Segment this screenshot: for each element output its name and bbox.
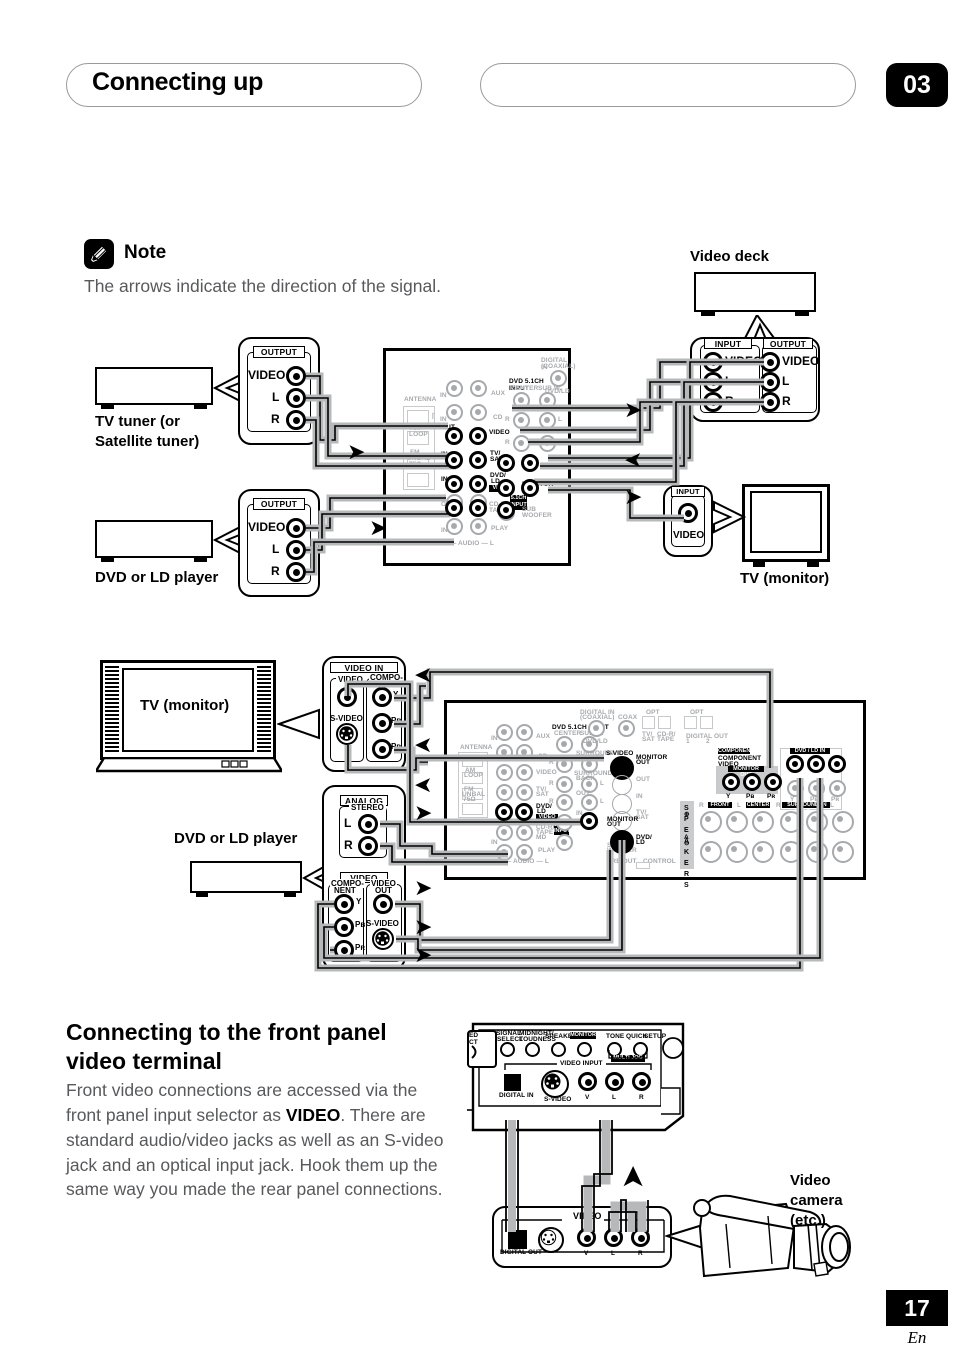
- signal-arrow-right: ➤: [414, 915, 433, 940]
- front-knob-signal-select[interactable]: [500, 1042, 515, 1057]
- label-camera-l1: Video: [790, 1172, 831, 1189]
- note-label: Note: [124, 242, 167, 263]
- note-text: The arrows indicate the direction of the…: [84, 276, 441, 296]
- header-pill-right: [480, 63, 856, 107]
- signal-arrow-left: ➤: [414, 663, 433, 688]
- pencil-note-icon: [84, 239, 114, 269]
- section-heading-line2: video terminal: [66, 1048, 222, 1075]
- label-video-input: VIDEO INPUT: [557, 1060, 606, 1067]
- page-number-badge: 17: [886, 1290, 948, 1326]
- signal-arrow-right: ➤: [369, 516, 388, 541]
- label-digital-in: DIGITAL IN: [499, 1092, 534, 1099]
- label-front-l: L: [612, 1094, 617, 1101]
- signal-arrow-right: ➤: [624, 485, 643, 510]
- section-body: Front video connections are accessed via…: [66, 1078, 448, 1202]
- signal-arrow-left: ➤: [414, 773, 433, 798]
- wiring-bottom-diagram: [314, 668, 824, 972]
- label-video-deck: Video deck: [690, 248, 769, 265]
- signal-arrow-right: ➤: [624, 398, 643, 423]
- signal-arrow-right: ➤: [414, 801, 433, 826]
- label-front-r: R: [639, 1094, 644, 1101]
- front-video-l-jack: [605, 1072, 624, 1091]
- front-digital-in-jack: [504, 1074, 521, 1091]
- label-front-svideo: S-VIDEO: [544, 1096, 572, 1103]
- front-video-v-jack: [578, 1072, 597, 1091]
- signal-arrow-up: ➤: [615, 1164, 651, 1190]
- section-body-bold: VIDEO: [285, 1104, 341, 1125]
- signal-arrow-left: ➤: [414, 733, 433, 758]
- section-heading-line1: Connecting to the front panel: [66, 1019, 387, 1045]
- label-front-v: V: [585, 1094, 590, 1101]
- chapter-number-badge: 03: [886, 63, 948, 107]
- front-video-r-jack: [632, 1072, 651, 1091]
- signal-arrow-left: ➤: [624, 448, 643, 473]
- label-camera-l2: camera: [790, 1192, 843, 1209]
- page-language: En: [907, 1328, 927, 1347]
- section-heading: Connecting to the front panel video term…: [66, 1018, 486, 1076]
- front-knob-midnight-loudness[interactable]: [525, 1042, 540, 1057]
- signal-arrow-right: ➤: [414, 943, 433, 968]
- device-video-deck: [694, 272, 816, 312]
- device-foot: [701, 312, 715, 316]
- label-camera-l3: (etc.): [790, 1212, 826, 1229]
- device-foot: [795, 312, 809, 316]
- front-svideo-jack: [541, 1070, 569, 1098]
- manual-page: Connecting up 03 Note The arrows indicat…: [0, 0, 954, 1352]
- signal-arrow-right: ➤: [347, 440, 366, 465]
- page-title: Connecting up: [92, 68, 264, 96]
- front-panel-illustration: ED CT SIGNAL SELECT MIDNIGHT/ LOUDNESS S…: [465, 1018, 690, 1136]
- signal-arrow-right: ➤: [414, 876, 433, 901]
- front-knob-speakers[interactable]: [551, 1042, 566, 1057]
- front-knob-monitor[interactable]: [577, 1042, 592, 1057]
